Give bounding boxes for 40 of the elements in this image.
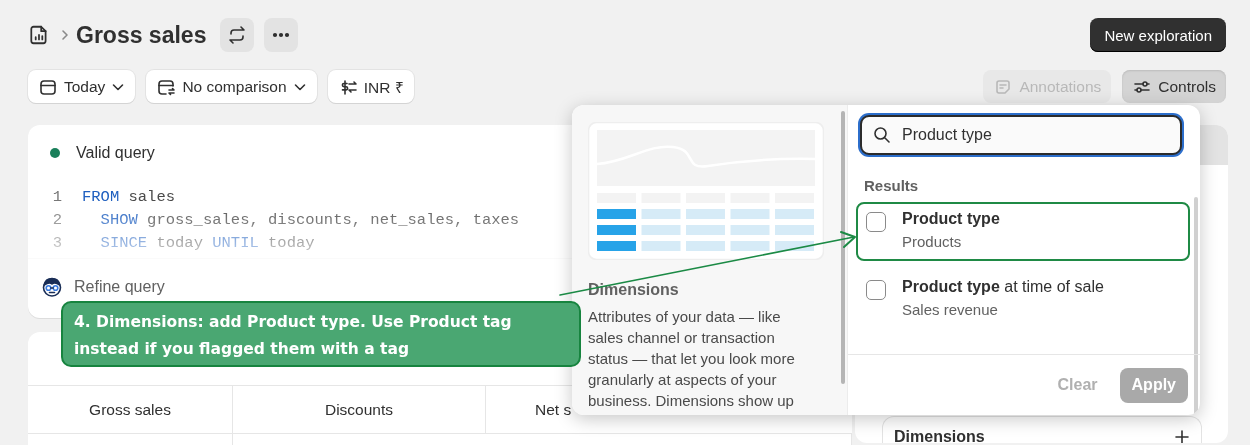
checkbox[interactable] [866,212,886,232]
checkbox[interactable] [866,280,886,300]
line-number: 3 [51,233,63,252]
result-option[interactable]: Product type at time of sale Sales revenue [856,270,1190,329]
refine-query-input[interactable]: Refine query [74,278,165,296]
currency-button[interactable]: INR ₹ [327,70,414,103]
assistant-icon [42,277,62,297]
new-exploration-button[interactable]: New exploration [1090,18,1226,52]
description-text: Attributes of your data — like sales channel or transaction status — that let you look more granularly at aspects of your business. Dimensions show up [588,307,796,411]
search-field[interactable]: Product type [860,115,1182,155]
line-number: 2 [51,210,63,229]
status-label: Valid query [76,144,155,162]
result-title: Product type [902,210,1000,228]
column-header: Discounts [324,400,394,419]
result-title: Product type at time of sale [902,278,1104,296]
chevron-right-icon [60,29,70,41]
refresh-button[interactable] [220,18,255,52]
result-option[interactable]: Product type Products [856,202,1190,261]
result-subtitle: Products [902,233,963,250]
column-header: Gross sales [89,400,171,419]
results-heading: Results [864,177,920,194]
more-button[interactable] [264,18,299,52]
page-title: Gross sales [76,21,207,49]
line-number: 1 [51,187,63,206]
search-icon [872,125,892,145]
filter-dropdown[interactable]: Today [28,70,136,103]
column-header: Net s [535,400,572,419]
plus-icon[interactable] [1175,429,1189,443]
scrollbar[interactable] [1194,197,1198,415]
tutorial-callout: 4. Dimensions: add Product type. Use Product tag instead if you flagged them with a tag [61,301,581,367]
scrollbar[interactable] [841,111,845,384]
ellipsis-icon [272,32,291,38]
code-line[interactable]: SHOW gross_sales, discounts, net_sales, taxes [82,210,520,229]
code-line[interactable]: FROM sales [82,187,176,206]
section-title: Dimensions [588,281,680,299]
section-title: Dimensions [894,427,985,443]
controls-button[interactable]: Controls [1122,70,1226,103]
filter-dropdown[interactable]: No comparison [146,70,317,103]
repeat-icon [227,25,248,45]
result-subtitle: Sales revenue [902,301,999,318]
